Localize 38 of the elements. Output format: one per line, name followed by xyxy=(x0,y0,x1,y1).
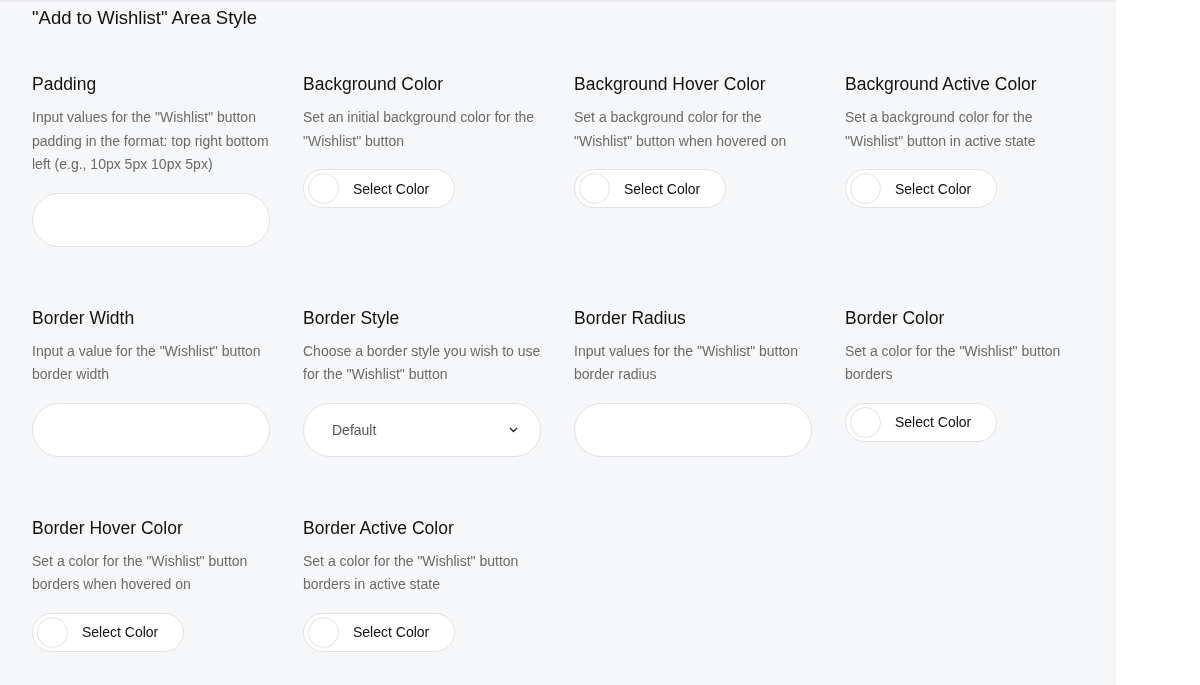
setting-label: Border Hover Color xyxy=(32,516,183,540)
select-color-button[interactable]: Select Color xyxy=(32,612,184,652)
input-field[interactable] xyxy=(32,402,270,457)
border-style-dropdown[interactable]: Default xyxy=(303,402,541,457)
setting-label: Border Active Color xyxy=(303,516,454,540)
setting-description: Set a background color for the "Wishlist" button in active state xyxy=(845,108,1037,151)
setting-label: Border Radius xyxy=(574,306,686,330)
input-field[interactable] xyxy=(574,402,812,457)
setting-description: Set a color for the "Wishlist" button borders when hovered on xyxy=(32,551,249,594)
select-color-button[interactable]: Select Color xyxy=(845,169,997,208)
setting-description: Input values for the "Wishlist" button border radius xyxy=(574,341,799,384)
select-color-button[interactable]: Select Color xyxy=(303,612,455,652)
color-swatch-icon xyxy=(850,173,881,204)
color-swatch-icon xyxy=(579,173,610,204)
chevron-down-icon xyxy=(509,426,518,433)
setting-description: Set an initial background color for the "Wishlist" button xyxy=(303,108,536,151)
setting-description: Choose a border style you wish to use for the "Wishlist" button xyxy=(303,341,542,384)
select-color-button[interactable]: Select Color xyxy=(574,169,726,208)
setting-description: Set a color for the "Wishlist" button borders xyxy=(845,341,1062,384)
setting-description: Input values for the "Wishlist" button padding in the format: top right bottom left (e.g., 10px 5px 10px 5px) xyxy=(32,108,270,174)
select-color-button[interactable]: Select Color xyxy=(303,169,455,208)
select-color-button[interactable]: Select Color xyxy=(845,402,997,442)
color-swatch-icon xyxy=(850,406,881,438)
color-swatch-icon xyxy=(308,173,339,204)
input-field[interactable] xyxy=(32,192,270,247)
color-swatch-icon xyxy=(308,616,339,648)
setting-label: Border Color xyxy=(845,306,945,330)
setting-label: Background Color xyxy=(303,73,444,96)
setting-label: Border Style xyxy=(303,306,400,330)
setting-label: Background Active Color xyxy=(845,73,1037,96)
setting-description: Set a background color for the "Wishlist" button when hovered on xyxy=(574,108,788,151)
setting-label: Background Hover Color xyxy=(574,73,766,96)
color-swatch-icon xyxy=(37,616,68,648)
setting-label: Border Width xyxy=(32,306,135,330)
setting-description: Input a value for the "Wishlist" button border width xyxy=(32,341,262,384)
setting-label: Padding xyxy=(32,73,97,96)
section-title: "Add to Wishlist" Area Style xyxy=(32,6,258,30)
setting-description: Set a color for the "Wishlist" button borders in active state xyxy=(303,551,520,594)
